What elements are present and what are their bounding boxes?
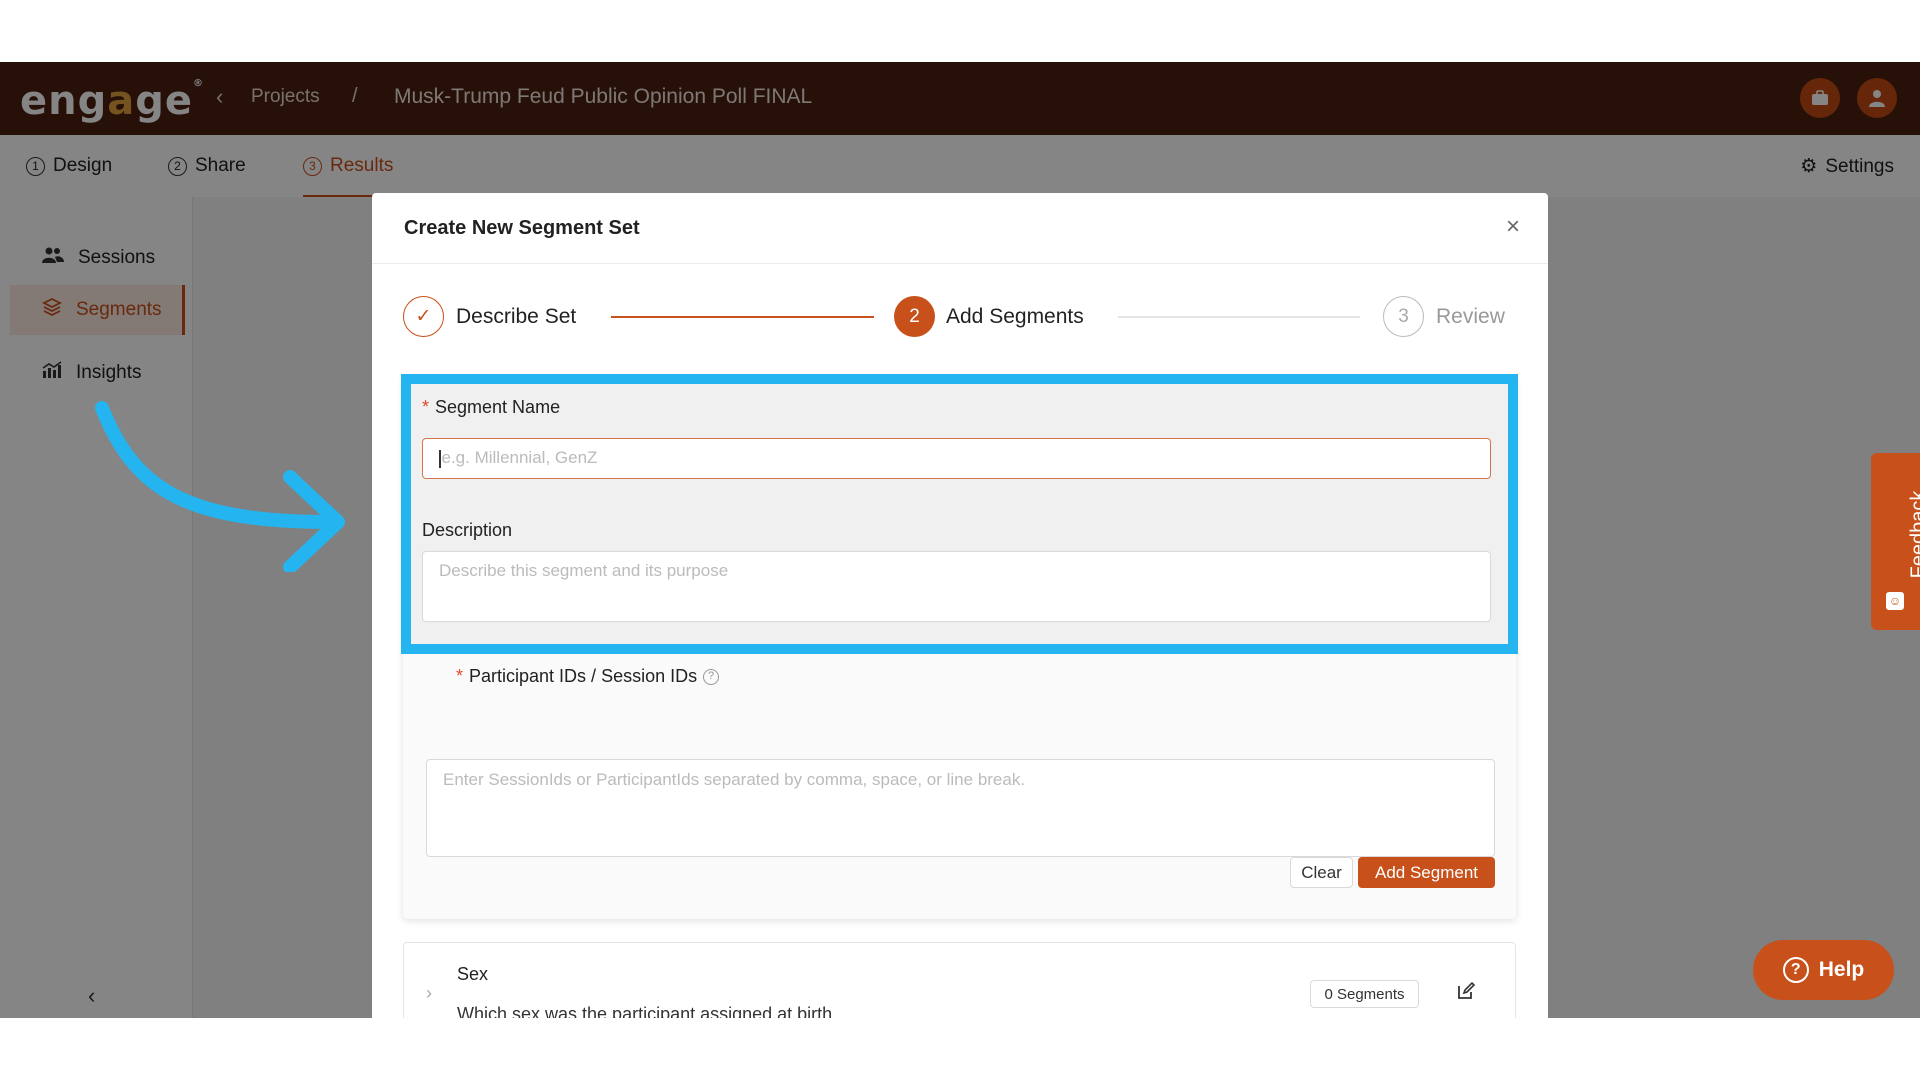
segment-name-input[interactable]: e.g. Millennial, GenZ [422, 438, 1491, 479]
step-number: 2 [894, 296, 935, 337]
app-screen: engage® ‹ Projects / Musk-Trump Feud Pub… [0, 62, 1920, 1018]
step-number: 3 [1383, 296, 1424, 337]
highlight-frame: * Segment Name e.g. Millennial, GenZ Desc… [401, 374, 1518, 654]
clear-button[interactable]: Clear [1290, 857, 1353, 888]
participant-ids-label-text: Participant IDs / Session IDs [469, 666, 698, 686]
text-caret [439, 449, 441, 468]
participant-ids-label: * Participant IDs / Session IDs? [456, 666, 720, 687]
help-label: Help [1818, 958, 1865, 981]
feedback-tab[interactable]: Feedback ☺ [1871, 453, 1920, 630]
segment-set-name: Sex [457, 964, 489, 984]
add-segment-button[interactable]: Add Segment [1358, 857, 1495, 888]
segment-set-description: Which sex was the participant assigned a… [457, 1004, 833, 1018]
modal-header: Create New Segment Set × [372, 193, 1548, 264]
annotation-arrow-icon [95, 401, 345, 572]
step-connector [1118, 316, 1360, 318]
feedback-label: Feedback [1907, 490, 1920, 579]
participant-ids-field[interactable]: Enter SessionIds or ParticipantIds separ… [426, 759, 1495, 857]
edit-icon[interactable] [1456, 981, 1476, 1007]
step-connector [611, 316, 874, 318]
description-label: Description [422, 520, 513, 540]
modal-title: Create New Segment Set [404, 217, 640, 239]
required-mark: * [422, 397, 430, 417]
segment-set-item[interactable]: › Sex Which sex was the participant assi… [403, 942, 1516, 1018]
info-icon[interactable]: ? [703, 669, 720, 686]
chevron-right-icon[interactable]: › [426, 983, 432, 1004]
help-button[interactable]: ? Help [1753, 940, 1894, 1000]
segment-name-placeholder: e.g. Millennial, GenZ [441, 448, 598, 467]
required-mark: * [456, 666, 464, 686]
step-review: Review [1436, 305, 1505, 328]
segment-count-badge: 0 Segments [1310, 980, 1419, 1008]
segment-name-label-text: Segment Name [435, 397, 561, 417]
question-icon: ? [1782, 957, 1809, 983]
segment-name-label: * Segment Name [422, 397, 560, 418]
step-add-segments: Add Segments [946, 305, 1084, 328]
close-icon[interactable]: × [1506, 213, 1520, 241]
step-done-check-icon: ✓ [403, 296, 444, 337]
step-describe-set: Describe Set [456, 305, 577, 328]
description-field[interactable]: Describe this segment and its purpose [422, 551, 1491, 622]
smile-icon: ☺ [1886, 592, 1904, 610]
